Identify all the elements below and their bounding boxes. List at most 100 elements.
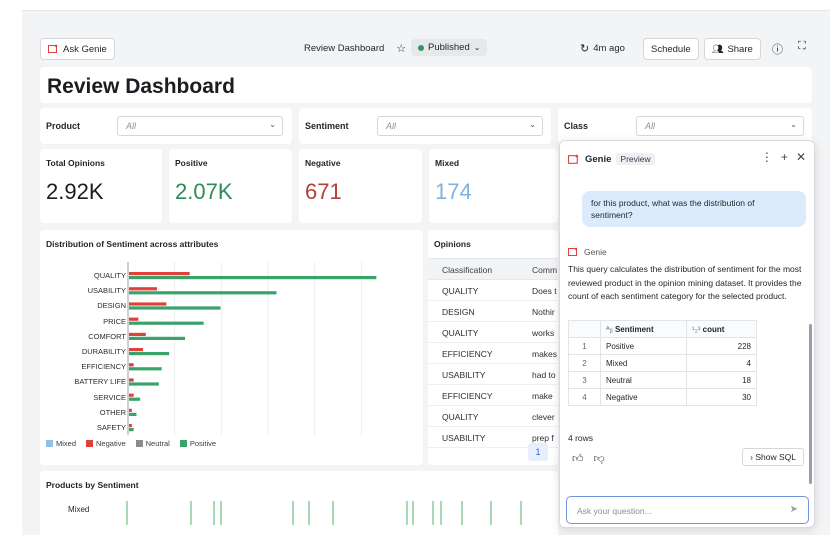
column-header[interactable]: Comm xyxy=(532,265,557,275)
genie-icon xyxy=(568,153,580,164)
table-row[interactable]: DESIGN Nothir xyxy=(428,301,558,322)
title-card: Review Dashboard xyxy=(40,67,812,103)
bar-positive[interactable] xyxy=(129,428,134,432)
legend-mixed: Mixed xyxy=(46,439,76,448)
product-mark[interactable] xyxy=(190,501,192,525)
product-mark[interactable] xyxy=(412,501,414,525)
product-mark[interactable] xyxy=(292,501,294,525)
close-icon[interactable]: ✕ xyxy=(796,150,806,164)
comment-cell: prep f xyxy=(532,433,554,443)
bar-positive[interactable] xyxy=(129,382,159,386)
thumbs-down-icon[interactable]: 👎︎ xyxy=(594,452,605,465)
kpi-total-opinions: Total Opinions 2.92K xyxy=(40,149,162,223)
filter-class-value: All xyxy=(645,121,656,131)
table-row[interactable]: QUALITY works xyxy=(428,322,558,343)
product-mark[interactable] xyxy=(440,501,442,525)
kpi-value: 2.92K xyxy=(46,179,104,204)
product-mark[interactable] xyxy=(520,501,522,525)
filter-class-select[interactable]: All ⌄ xyxy=(636,116,804,136)
product-mark[interactable] xyxy=(490,501,492,525)
column-header[interactable]: Classification xyxy=(442,265,492,275)
bar-positive[interactable] xyxy=(129,306,221,310)
opinions-card: Opinions Classification Comm QUALITY Does… xyxy=(428,230,558,465)
product-mark[interactable] xyxy=(461,501,463,525)
refresh-button[interactable]: ↻ 4m ago xyxy=(580,42,625,55)
bar-negative[interactable] xyxy=(129,302,167,306)
product-mark[interactable] xyxy=(308,501,310,525)
table-row[interactable]: EFFICIENCY make xyxy=(428,385,558,406)
ask-genie-button[interactable]: Ask Genie xyxy=(40,38,115,60)
comment-cell: make xyxy=(532,391,553,401)
bar-negative[interactable] xyxy=(129,332,146,336)
chevron-right-icon: › xyxy=(750,452,753,462)
classification-cell: DESIGN xyxy=(442,307,475,317)
star-icon[interactable]: ☆ xyxy=(396,42,406,55)
bar-positive[interactable] xyxy=(129,397,141,401)
bar-negative[interactable] xyxy=(129,424,132,428)
table-row[interactable]: EFFICIENCY makes xyxy=(428,343,558,364)
result-table: ᴬᵦ Sentiment ¹₂³ count 1 Positive 228 2 Mixe… xyxy=(568,320,757,406)
thumbs-up-icon[interactable]: 👍︎ xyxy=(572,452,584,465)
count-cell: 228 xyxy=(686,337,757,355)
product-mark[interactable] xyxy=(332,501,334,525)
bar-positive[interactable] xyxy=(129,352,170,356)
legend-neutral: Neutral xyxy=(135,439,170,448)
genie-scrollbar[interactable] xyxy=(809,324,812,484)
table-row[interactable]: USABILITY had to xyxy=(428,364,558,385)
rows-count: 4 rows xyxy=(568,433,594,443)
product-mark[interactable] xyxy=(126,501,128,525)
info-icon[interactable]: ⓘ xyxy=(772,41,783,57)
ask-question-input[interactable]: Ask your question... ➤ xyxy=(566,496,809,524)
sentiment-cell: Mixed xyxy=(600,354,687,372)
row-index-cell: 4 xyxy=(568,388,601,406)
plus-icon[interactable]: + xyxy=(781,150,788,164)
fullscreen-icon[interactable]: ⛶ xyxy=(798,40,806,53)
bar-positive[interactable] xyxy=(129,276,377,280)
product-mark[interactable] xyxy=(220,501,222,525)
classification-cell: USABILITY xyxy=(442,370,486,380)
bar-negative[interactable] xyxy=(129,363,134,367)
table-row[interactable]: QUALITY Does t xyxy=(428,280,558,301)
page-button[interactable]: 1 xyxy=(528,443,548,461)
bar-negative[interactable] xyxy=(129,378,134,382)
bar-positive[interactable] xyxy=(129,367,162,371)
show-sql-label: Show SQL xyxy=(755,452,796,462)
bar-negative[interactable] xyxy=(129,287,157,291)
more-icon[interactable]: ⋮ xyxy=(761,150,773,164)
column-header[interactable]: ᴬᵦ Sentiment xyxy=(600,320,687,338)
filter-product-select[interactable]: All ⌄ xyxy=(117,116,283,136)
share-button[interactable]: 👥︎ Share xyxy=(704,38,761,60)
bar-positive[interactable] xyxy=(129,412,137,416)
result-row: 4 Negative 30 xyxy=(568,388,757,406)
bar-positive[interactable] xyxy=(129,291,277,295)
column-header[interactable]: ¹₂³ count xyxy=(686,320,757,338)
filter-sentiment-select[interactable]: All ⌄ xyxy=(377,116,543,136)
legend-label: Mixed xyxy=(56,439,77,448)
bar-negative[interactable] xyxy=(129,393,134,397)
bar-negative[interactable] xyxy=(129,408,132,412)
filter-class-label: Class xyxy=(564,121,589,131)
chevron-down-icon: ⌄ xyxy=(790,120,797,129)
legend-label: Negative xyxy=(96,439,126,448)
refresh-icon: ↻ xyxy=(580,43,590,55)
distribution-chart-card: Distribution of Sentiment across attribu… xyxy=(40,230,423,465)
filter-sentiment-label: Sentiment xyxy=(305,121,349,131)
preview-badge: Preview xyxy=(616,153,655,165)
bar-positive[interactable] xyxy=(129,321,204,325)
show-sql-button[interactable]: › Show SQL xyxy=(742,448,804,466)
bar-negative[interactable] xyxy=(129,272,190,276)
classification-cell: QUALITY xyxy=(442,286,479,296)
bar-negative[interactable] xyxy=(129,348,143,352)
schedule-button[interactable]: Schedule xyxy=(643,38,699,60)
kpi-positive: Positive 2.07K xyxy=(169,149,292,223)
bar-negative[interactable] xyxy=(129,317,139,321)
bar-positive[interactable] xyxy=(129,336,185,340)
genie-header: Genie Preview xyxy=(568,153,655,165)
product-mark[interactable] xyxy=(213,501,215,525)
status-dropdown[interactable]: Published ⌄ xyxy=(411,39,488,56)
dashboard-name-area: Review Dashboard ☆ xyxy=(304,42,406,55)
product-mark[interactable] xyxy=(432,501,434,525)
product-mark[interactable] xyxy=(406,501,408,525)
table-row[interactable]: QUALITY clever xyxy=(428,406,558,427)
send-icon[interactable]: ➤ xyxy=(790,504,798,515)
